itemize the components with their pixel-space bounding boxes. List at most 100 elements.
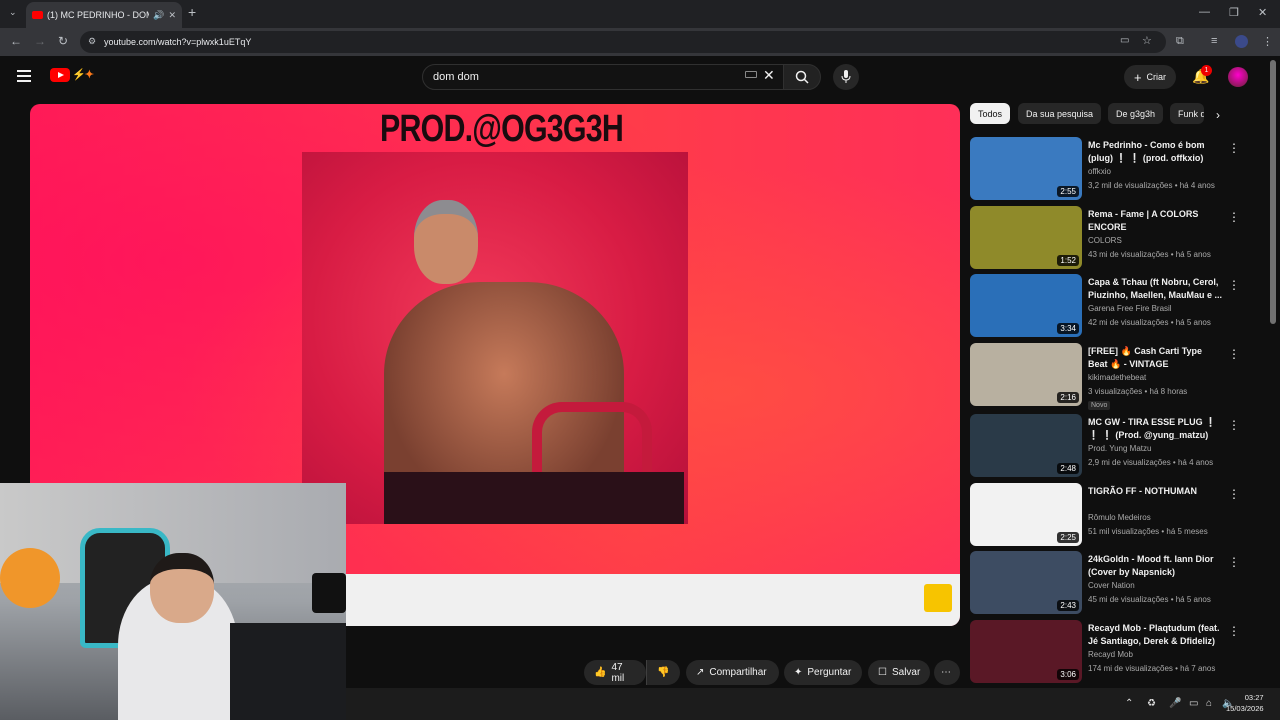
more-options-icon[interactable]: ⋮ (1228, 555, 1240, 569)
chip-from-channel[interactable]: De g3g3h (1108, 103, 1164, 124)
channel-name[interactable]: Garena Free Fire Brasil (1088, 304, 1172, 313)
back-icon[interactable]: ← (10, 34, 22, 48)
video-title[interactable]: 24kGoldn - Mood ft. Iann Dior (Cover by … (1088, 553, 1222, 579)
chip-from-search[interactable]: Da sua pesquisa (1018, 103, 1102, 124)
voice-search-button[interactable] (833, 64, 859, 90)
recommendation-item[interactable]: 2:16 [FREE] 🔥 Cash Carti Type Beat 🔥 - VI… (970, 343, 1260, 410)
channel-name[interactable]: COLORS (1088, 236, 1122, 245)
tray-network-icon[interactable]: ⌂ (1206, 698, 1212, 709)
cast-icon[interactable]: ▭ (1120, 35, 1129, 46)
channel-watermark-icon[interactable] (924, 584, 952, 612)
tray-app-icon[interactable]: ♻ (1147, 698, 1156, 709)
webcam-microphone (312, 573, 346, 613)
search-input[interactable]: dom dom (422, 64, 784, 90)
video-title[interactable]: TIGRÃO FF - NOTHUMAN (1088, 485, 1222, 498)
site-info-icon[interactable]: ⚙ (88, 36, 96, 47)
webcam-overlay (0, 483, 346, 720)
tray-chevron-icon[interactable]: ⌃ (1125, 698, 1133, 709)
share-button[interactable]: ↗ Compartilhar (686, 660, 779, 685)
menu-icon[interactable]: ⋮ (1262, 35, 1273, 48)
video-title[interactable]: Recayd Mob - Plaqtudum (feat. Jé Santiag… (1088, 622, 1222, 648)
video-title[interactable]: Mc Pedrinho - Como é bom (plug) ❕ ❕ (pro… (1088, 139, 1222, 165)
recommendation-item[interactable]: 3:06 Recayd Mob - Plaqtudum (feat. Jé San… (970, 620, 1260, 684)
youtube-doodle-icon[interactable]: ⚡✦ (72, 68, 108, 82)
speaker-icon[interactable]: 🔊 (153, 10, 164, 21)
video-title[interactable]: [FREE] 🔥 Cash Carti Type Beat 🔥 - VINTAG… (1088, 345, 1222, 371)
hamburger-menu-icon[interactable] (17, 70, 31, 82)
dislike-button[interactable]: 👎 (646, 660, 680, 685)
create-button[interactable]: + Criar (1124, 65, 1176, 89)
microphone-icon (841, 70, 851, 83)
media-icon[interactable]: ≡ (1211, 35, 1217, 47)
taskbar-clock[interactable]: 03:27 15/03/2026 (1226, 692, 1264, 714)
video-title[interactable]: MC GW - TIRA ESSE PLUG ❕ ❕ ❕ (Prod. @yun… (1088, 416, 1222, 442)
tray-display-icon[interactable]: ▭ (1189, 698, 1198, 709)
search-button[interactable] (783, 64, 821, 90)
youtube-logo[interactable] (50, 68, 70, 82)
sparkle-icon: ✦ (794, 667, 803, 678)
maximize-icon[interactable]: ❐ (1229, 6, 1239, 19)
video-thumbnail[interactable]: 2:25 (970, 483, 1082, 546)
chevron-right-icon[interactable]: › (1216, 108, 1220, 122)
tab-search-icon[interactable]: ⌄ (9, 7, 17, 18)
recommendation-item[interactable]: 2:55 Mc Pedrinho - Como é bom (plug) ❕ ❕ … (970, 137, 1260, 201)
like-button[interactable]: 👍 47 mil (584, 660, 646, 685)
channel-name[interactable]: Recayd Mob (1088, 650, 1133, 659)
profile-icon[interactable] (1235, 35, 1248, 48)
new-badge: Novo (1088, 401, 1111, 410)
forward-icon[interactable]: → (34, 34, 46, 48)
ask-button[interactable]: ✦ Perguntar (784, 660, 862, 685)
recommendation-item[interactable]: 2:43 24kGoldn - Mood ft. Iann Dior (Cover… (970, 551, 1260, 615)
video-title[interactable]: Rema - Fame | A COLORS ENCORE (1088, 208, 1222, 234)
more-options-icon[interactable]: ⋮ (1228, 141, 1240, 155)
avatar[interactable] (1228, 67, 1248, 87)
recommendation-item[interactable]: 3:34 Capa & Tchau (ft Nobru, Cerol, Piuzi… (970, 274, 1260, 338)
clear-search-icon[interactable]: ✕ (763, 67, 775, 84)
chip-all[interactable]: Todos (970, 103, 1011, 124)
video-duration: 3:06 (1057, 669, 1079, 680)
channel-name[interactable]: kikimadethebeat (1088, 373, 1146, 382)
plus-icon: + (1133, 69, 1142, 85)
more-options-icon[interactable]: ⋮ (1228, 278, 1240, 292)
more-options-icon[interactable]: ⋮ (1228, 347, 1240, 361)
channel-name[interactable]: Cover Nation (1088, 581, 1135, 590)
video-thumbnail[interactable]: 3:34 (970, 274, 1082, 337)
more-options-icon[interactable]: ⋮ (1228, 487, 1240, 501)
channel-name[interactable]: offkxio (1088, 167, 1111, 176)
close-window-icon[interactable]: ✕ (1258, 6, 1267, 19)
chip-funk[interactable]: Funk d (1170, 103, 1204, 124)
address-bar[interactable]: ⚙ youtube.com/watch?v=plwxk1uETqY ▭ ☆ (80, 31, 1166, 53)
os-taskbar: ⌃ ♻ 🎤 ▭ ⌂ 🔈 (346, 688, 1280, 720)
page-scrollbar[interactable] (1270, 60, 1276, 324)
more-options-icon[interactable]: ⋮ (1228, 210, 1240, 224)
video-thumbnail[interactable]: 1:52 (970, 206, 1082, 269)
bookmark-star-icon[interactable]: ☆ (1142, 34, 1152, 47)
browser-tab[interactable]: (1) MC PEDRINHO - DOM D 🔊 ✕ (26, 2, 182, 28)
video-thumbnail[interactable]: 2:55 (970, 137, 1082, 200)
channel-name[interactable]: Prod. Yung Matzu (1088, 444, 1151, 453)
keyboard-icon[interactable] (745, 71, 757, 78)
minimize-icon[interactable]: — (1199, 6, 1210, 18)
video-thumbnail[interactable]: 2:48 (970, 414, 1082, 477)
channel-name[interactable]: Rômulo Medeiros (1088, 513, 1151, 522)
video-meta: 3 visualizações • há 8 horas (1088, 387, 1188, 396)
close-tab-icon[interactable]: ✕ (168, 10, 176, 21)
video-duration: 2:55 (1057, 186, 1079, 197)
video-thumbnail[interactable]: 2:16 (970, 343, 1082, 406)
save-button[interactable]: ☐ Salvar (868, 660, 930, 685)
more-options-icon[interactable]: ⋮ (1228, 418, 1240, 432)
more-options-icon[interactable]: ⋮ (1228, 624, 1240, 638)
tray-mic-icon[interactable]: 🎤 (1169, 698, 1181, 709)
recommendation-item[interactable]: 2:25 TIGRÃO FF - NOTHUMAN Rômulo Medeiros 5… (970, 483, 1260, 547)
new-tab-icon[interactable]: + (188, 4, 196, 20)
video-thumbnail[interactable]: 2:43 (970, 551, 1082, 614)
reload-icon[interactable]: ↻ (58, 34, 68, 48)
extensions-icon[interactable]: ⧉ (1176, 35, 1184, 48)
more-icon: ⋯ (941, 667, 951, 678)
address-bar-row: ← → ↻ ⚙ youtube.com/watch?v=plwxk1uETqY … (0, 28, 1280, 56)
video-thumbnail[interactable]: 3:06 (970, 620, 1082, 683)
recommendation-item[interactable]: 1:52 Rema - Fame | A COLORS ENCORE COLORS 4… (970, 206, 1260, 270)
more-actions-button[interactable]: ⋯ (934, 660, 960, 685)
video-title[interactable]: Capa & Tchau (ft Nobru, Cerol, Piuzinho,… (1088, 276, 1222, 302)
recommendation-item[interactable]: 2:48 MC GW - TIRA ESSE PLUG ❕ ❕ ❕ (Prod. … (970, 414, 1260, 478)
